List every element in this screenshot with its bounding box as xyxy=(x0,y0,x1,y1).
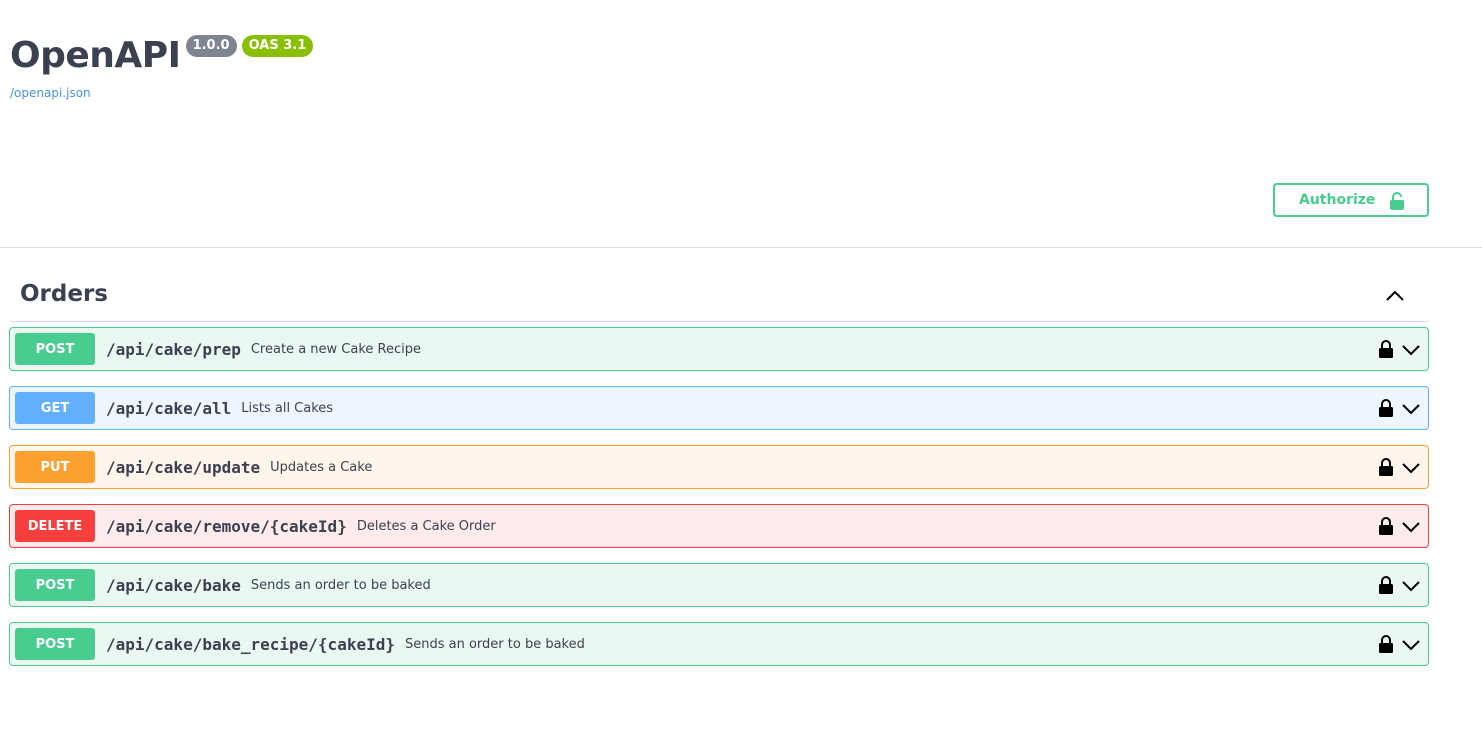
api-title: OpenAPI xyxy=(10,35,181,76)
operation-row[interactable]: POST/api/cake/bake Sends an order to be b… xyxy=(9,563,1429,607)
header-divider xyxy=(0,247,1482,248)
operation-path: /api/cake/bake xyxy=(106,575,241,595)
operation-summary: Deletes a Cake Order xyxy=(356,518,496,534)
lock-icon[interactable] xyxy=(1378,634,1394,658)
operation-path: /api/cake/remove/{cakeId} xyxy=(106,516,347,536)
operation-path: /api/cake/update xyxy=(106,457,261,477)
oas-badge: OAS 3.1 xyxy=(241,35,314,57)
operation-row[interactable]: GET/api/cake/all Lists all Cakes xyxy=(9,386,1429,430)
method-badge: GET xyxy=(15,392,95,424)
api-title-block: OpenAPI 1.0.0 OAS 3.1 xyxy=(10,34,314,78)
tag-section-header[interactable]: Orders xyxy=(10,270,1429,322)
chevron-down-icon[interactable] xyxy=(1400,459,1422,481)
chevron-up-icon[interactable] xyxy=(1384,284,1406,306)
operation-path: /api/cake/all xyxy=(106,398,232,418)
chevron-down-icon[interactable] xyxy=(1400,577,1422,599)
authorize-label: Authorize xyxy=(1299,192,1376,208)
lock-icon[interactable] xyxy=(1378,457,1394,481)
operation-row[interactable]: POST/api/cake/prep Create a new Cake Reci… xyxy=(9,327,1429,371)
operation-summary: Lists all Cakes xyxy=(241,400,334,416)
operation-summary: Sends an order to be baked xyxy=(404,636,585,652)
lock-icon[interactable] xyxy=(1378,398,1394,422)
operation-path: /api/cake/prep xyxy=(106,339,241,359)
method-badge: PUT xyxy=(15,451,95,483)
operation-row[interactable]: POST/api/cake/bake_recipe/{cakeId} Sends … xyxy=(9,622,1429,666)
method-badge: POST xyxy=(15,333,95,365)
lock-icon[interactable] xyxy=(1378,339,1394,363)
method-badge: POST xyxy=(15,569,95,601)
operation-row[interactable]: DELETE/api/cake/remove/{cakeId} Deletes a… xyxy=(9,504,1429,548)
operation-summary: Updates a Cake xyxy=(270,459,373,475)
operation-path: /api/cake/bake_recipe/{cakeId} xyxy=(106,634,395,654)
lock-icon[interactable] xyxy=(1378,516,1394,540)
method-badge: POST xyxy=(15,628,95,660)
chevron-down-icon[interactable] xyxy=(1400,400,1422,422)
method-badge: DELETE xyxy=(15,510,95,542)
operation-summary: Sends an order to be baked xyxy=(250,577,431,593)
chevron-down-icon[interactable] xyxy=(1400,341,1422,363)
spec-link[interactable]: /openapi.json xyxy=(10,86,91,100)
chevron-down-icon[interactable] xyxy=(1400,518,1422,540)
version-badge: 1.0.0 xyxy=(185,35,237,57)
operation-summary: Create a new Cake Recipe xyxy=(250,341,421,357)
lock-icon[interactable] xyxy=(1378,575,1394,599)
authorize-button[interactable]: Authorize xyxy=(1273,183,1429,217)
chevron-down-icon[interactable] xyxy=(1400,636,1422,658)
tag-name: Orders xyxy=(20,281,108,307)
operation-row[interactable]: PUT/api/cake/update Updates a Cake xyxy=(9,445,1429,489)
unlocked-icon xyxy=(1389,192,1405,214)
